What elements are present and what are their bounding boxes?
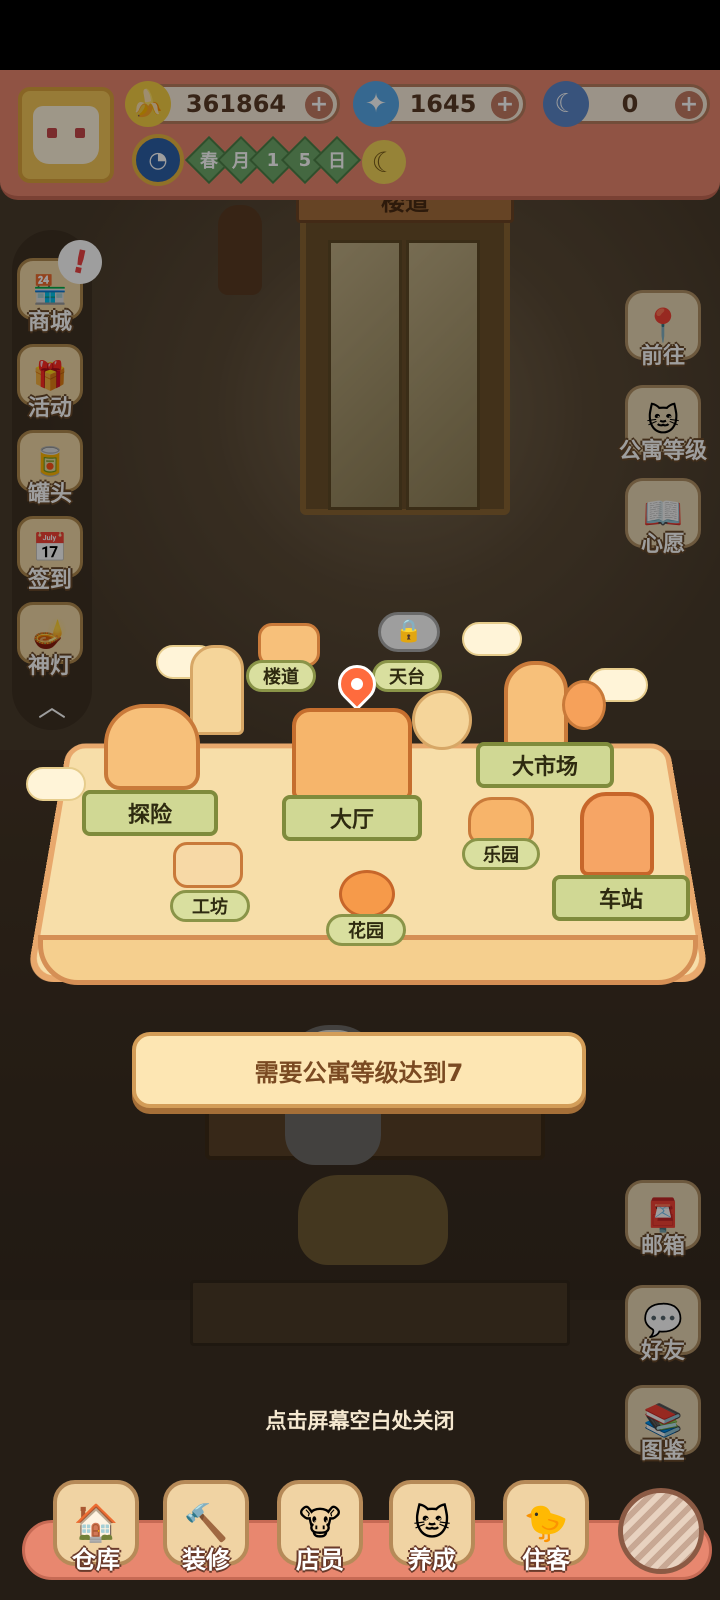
nav-nurture-label: 养成 [408, 1546, 456, 1574]
nav-decorate-label: 装修 [182, 1546, 230, 1574]
yarn-ball-icon[interactable] [618, 1488, 704, 1574]
location-garden[interactable]: 花园 [326, 914, 406, 946]
close-hint: 点击屏幕空白处关闭 [265, 1409, 455, 1433]
station-building[interactable] [578, 790, 656, 878]
nav-guests-label: 住客 [522, 1546, 570, 1574]
nav-warehouse-label: 仓库 [72, 1546, 120, 1574]
location-explore[interactable]: 探险 [82, 790, 218, 836]
nav-staff[interactable]: 🐮 店员 [272, 1480, 368, 1590]
nav-decorate[interactable]: 🔨 装修 [158, 1480, 254, 1590]
location-station[interactable]: 车站 [552, 875, 690, 921]
explore-building[interactable] [102, 702, 202, 792]
status-bar [0, 0, 720, 70]
garden-flower-icon[interactable] [336, 868, 398, 920]
location-corridor[interactable]: 楼道 [246, 660, 316, 692]
nav-nurture[interactable]: 🐱 养成 [384, 1480, 480, 1590]
nav-guests[interactable]: 🐤 住客 [498, 1480, 594, 1590]
workshop-icon[interactable] [172, 840, 244, 890]
lobby-building[interactable] [290, 706, 414, 802]
location-rooftop[interactable]: 天台 [372, 660, 442, 692]
bush-icon [412, 690, 472, 750]
location-playground[interactable]: 乐园 [462, 838, 540, 870]
nav-staff-label: 店员 [296, 1546, 344, 1574]
level-requirement-toast: 需要公寓等级达到7 [132, 1032, 586, 1108]
cloud-icon [462, 622, 522, 656]
market-building[interactable] [500, 660, 610, 750]
lock-icon: 🔒 [378, 612, 440, 652]
location-market[interactable]: 大市场 [476, 742, 614, 788]
nav-warehouse[interactable]: 🏠 仓库 [48, 1480, 144, 1590]
location-workshop[interactable]: 工坊 [170, 890, 250, 922]
location-lobby[interactable]: 大厅 [282, 795, 422, 841]
cloud-icon [26, 767, 86, 801]
